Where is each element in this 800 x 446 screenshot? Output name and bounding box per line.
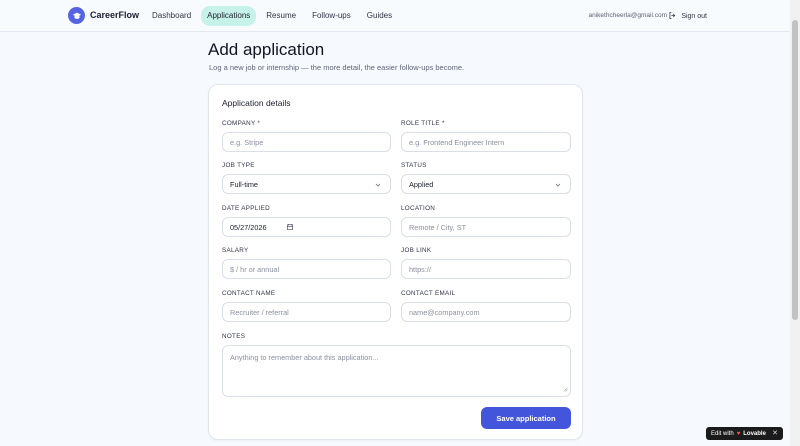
notes-textarea[interactable]: Anything to remember about this applicat… (222, 345, 571, 397)
location-placeholder: Remote / City, ST (409, 222, 467, 232)
badge-brand: Lovable (743, 430, 766, 437)
contact-name-placeholder: Recruiter / referral (230, 307, 289, 317)
contact-name-label: CONTACT NAME (222, 290, 276, 297)
contact-name-input[interactable]: Recruiter / referral (222, 302, 391, 322)
salary-input[interactable]: $ / hr or annual (222, 259, 391, 279)
nav-resume[interactable]: Resume (260, 6, 302, 26)
edit-with-lovable-badge[interactable]: Edit with ♥ Lovable ✕ (706, 427, 783, 440)
lovable-heart-icon: ♥ (736, 430, 741, 437)
chevron-down-icon (554, 181, 562, 191)
graduation-cap-logo-icon[interactable] (68, 7, 85, 24)
contact-email-label: CONTACT EMAIL (401, 290, 456, 297)
date-applied-label: DATE APPLIED (222, 205, 270, 212)
salary-label: SALARY (222, 247, 249, 254)
nav-applications[interactable]: Applications (201, 6, 257, 26)
sign-out-button[interactable]: Sign out (668, 11, 707, 22)
notes-label: NOTES (222, 333, 246, 340)
role-title-input[interactable]: e.g. Frontend Engineer Intern (401, 132, 571, 152)
badge-prefix: Edit with (711, 430, 734, 437)
location-input[interactable]: Remote / City, ST (401, 217, 571, 237)
section-title: Application details (222, 98, 291, 108)
company-input[interactable]: e.g. Stripe (222, 132, 391, 152)
main-nav: Dashboard Applications Resume Follow-ups… (146, 6, 398, 26)
calendar-icon[interactable] (286, 223, 294, 233)
sign-out-icon (668, 11, 677, 22)
job-link-input[interactable]: https:// (401, 259, 571, 279)
contact-email-input[interactable]: name@company.com (401, 302, 571, 322)
user-email: anikethcheerla@gmail.com (588, 12, 668, 19)
scrollbar-thumb[interactable] (792, 20, 798, 320)
company-placeholder: e.g. Stripe (230, 137, 264, 147)
page-subtitle: Log a new job or internship — the more d… (209, 63, 465, 72)
job-type-select[interactable]: Full-time (222, 174, 391, 194)
top-nav-bar: CareerFlow Dashboard Applications Resume… (0, 0, 790, 32)
location-label: LOCATION (401, 205, 436, 212)
role-title-placeholder: e.g. Frontend Engineer Intern (409, 137, 505, 147)
date-applied-input[interactable]: 05/27/2026 (222, 217, 391, 237)
nav-dashboard[interactable]: Dashboard (146, 6, 197, 26)
brand-name[interactable]: CareerFlow (90, 10, 139, 20)
save-application-button[interactable]: Save application (481, 407, 571, 429)
job-link-label: JOB LINK (401, 247, 432, 254)
contact-email-placeholder: name@company.com (409, 307, 480, 317)
page-title: Add application (208, 40, 325, 59)
status-select[interactable]: Applied (401, 174, 571, 194)
status-label: STATUS (401, 162, 427, 169)
nav-follow-ups[interactable]: Follow-ups (306, 6, 357, 26)
role-title-label: ROLE TITLE * (401, 120, 445, 127)
page-scrollbar[interactable] (790, 0, 800, 446)
sign-out-label: Sign out (681, 13, 707, 20)
close-icon[interactable]: ✕ (772, 429, 778, 437)
application-details-card: Application details COMPANY * e.g. Strip… (208, 84, 583, 440)
date-applied-value: 05/27/2026 (230, 222, 267, 232)
notes-placeholder: Anything to remember about this applicat… (230, 353, 379, 362)
job-type-value: Full-time (230, 179, 258, 189)
job-type-label: JOB TYPE (222, 162, 255, 169)
salary-placeholder: $ / hr or annual (230, 264, 280, 274)
status-value: Applied (409, 179, 434, 189)
resize-handle-icon[interactable] (562, 385, 568, 394)
chevron-down-icon (374, 181, 382, 191)
nav-guides[interactable]: Guides (361, 6, 398, 26)
company-label: COMPANY * (222, 120, 261, 127)
job-link-placeholder: https:// (409, 264, 431, 274)
